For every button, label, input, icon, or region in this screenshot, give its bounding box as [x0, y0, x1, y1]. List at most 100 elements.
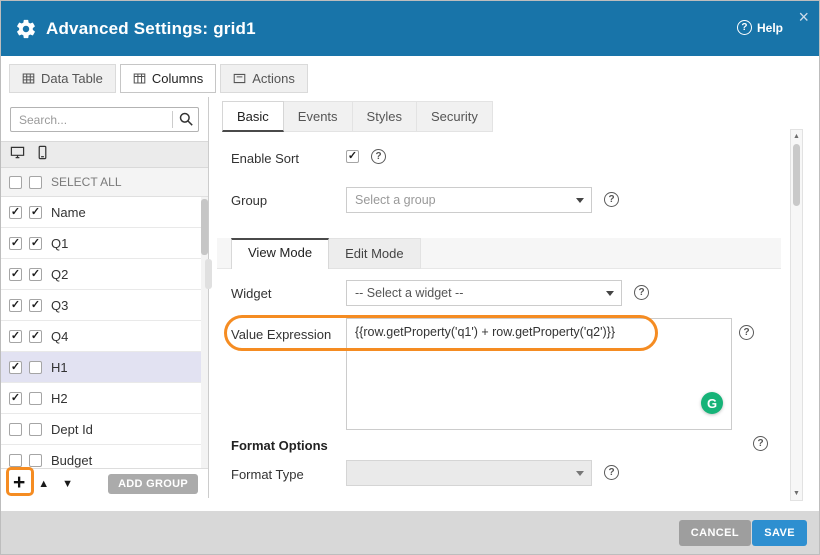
help-label: Help — [757, 21, 783, 35]
column-row-h1[interactable]: ✓ H1 — [1, 352, 208, 383]
help-icon[interactable]: ? — [753, 436, 768, 451]
column-checkbox-mobile[interactable] — [29, 454, 42, 467]
column-label: Dept Id — [51, 422, 93, 437]
enable-sort-label: Enable Sort — [231, 151, 299, 166]
column-checkbox-mobile[interactable] — [29, 423, 42, 436]
help-icon: ? — [737, 20, 752, 35]
column-checkbox-desktop[interactable]: ✓ — [9, 268, 22, 281]
splitter-grip[interactable] — [205, 259, 212, 289]
main-tabs: Data Table Columns Actions — [9, 64, 308, 93]
column-label: Q4 — [51, 329, 68, 344]
format-options-heading: Format Options — [231, 438, 328, 453]
select-all-checkbox-desktop[interactable] — [9, 176, 22, 189]
select-all-checkbox-mobile[interactable] — [29, 176, 42, 189]
tab-data-table[interactable]: Data Table — [9, 64, 116, 93]
search-divider — [172, 111, 173, 128]
select-all-label: SELECT ALL — [51, 175, 122, 189]
tab-columns[interactable]: Columns — [120, 64, 216, 93]
save-button[interactable]: SAVE — [752, 520, 807, 546]
add-column-button[interactable]: + — [13, 472, 25, 493]
move-up-button[interactable]: ▲ — [38, 478, 49, 490]
dialog-header: Advanced Settings: grid1 ? Help × — [1, 1, 819, 56]
column-checkbox-mobile[interactable]: ✓ — [29, 330, 42, 343]
widget-dropdown[interactable]: -- Select a widget -- — [346, 280, 622, 306]
column-label: Budget — [51, 453, 92, 468]
column-row-q3[interactable]: ✓✓Q3 — [1, 290, 208, 321]
move-down-button[interactable]: ▼ — [62, 478, 73, 490]
column-checkbox-mobile[interactable]: ✓ — [29, 206, 42, 219]
gear-icon — [15, 18, 37, 40]
list-scrollbar-thumb[interactable] — [201, 199, 208, 255]
column-checkbox-desktop[interactable] — [9, 423, 22, 436]
column-row-q4[interactable]: ✓ ✓ Q4 — [1, 321, 208, 352]
dialog-footer: CANCEL SAVE — [1, 511, 819, 554]
help-button[interactable]: ? Help — [737, 20, 783, 35]
column-label: Q1 — [51, 236, 68, 251]
column-checkbox-desktop[interactable]: ✓ — [9, 361, 22, 374]
help-icon[interactable]: ? — [739, 325, 754, 340]
dropdown-caret-icon — [576, 198, 584, 203]
format-type-dropdown[interactable] — [346, 460, 592, 486]
mode-tabs: View Mode Edit Mode — [231, 238, 421, 269]
scroll-up-icon[interactable]: ▲ — [791, 133, 802, 140]
help-icon[interactable]: ? — [604, 192, 619, 207]
tab-edit-mode[interactable]: Edit Mode — [329, 238, 421, 269]
desktop-icon[interactable] — [10, 145, 25, 165]
data-table-icon — [22, 72, 35, 85]
column-checkbox-desktop[interactable]: ✓ — [9, 330, 22, 343]
content-scrollbar-thumb[interactable] — [793, 144, 800, 206]
column-label: H2 — [51, 391, 68, 406]
column-row-h2[interactable]: ✓ H2 — [1, 383, 208, 414]
column-row-q1[interactable]: ✓ ✓ Q1 — [1, 228, 208, 259]
group-dropdown[interactable]: Select a group — [346, 187, 592, 213]
content-scrollbar[interactable]: ▲ ▼ — [790, 129, 803, 501]
column-checkbox-desktop[interactable]: ✓ — [9, 237, 22, 250]
help-icon[interactable]: ? — [634, 285, 649, 300]
actions-icon — [233, 72, 246, 85]
help-icon[interactable]: ? — [371, 149, 386, 164]
tab-label: Actions — [252, 71, 295, 86]
tab-label: Data Table — [41, 71, 103, 86]
list-scrollbar[interactable] — [201, 197, 208, 468]
cancel-button[interactable]: CANCEL — [679, 520, 751, 546]
format-type-label: Format Type — [231, 467, 304, 482]
add-group-button[interactable]: ADD GROUP — [108, 474, 198, 494]
column-checkbox-mobile[interactable]: ✓ — [29, 299, 42, 312]
column-label: Q2 — [51, 267, 68, 282]
tab-security[interactable]: Security — [417, 101, 493, 132]
columns-icon — [133, 72, 146, 85]
tab-styles[interactable]: Styles — [353, 101, 417, 132]
column-checkbox-desktop[interactable]: ✓ — [9, 299, 22, 312]
tab-basic[interactable]: Basic — [222, 101, 284, 132]
search-input[interactable] — [10, 107, 199, 132]
tab-events[interactable]: Events — [284, 101, 353, 132]
column-checkbox-mobile[interactable] — [29, 392, 42, 405]
mobile-icon[interactable] — [35, 145, 50, 165]
column-row-q2[interactable]: ✓ ✓ Q2 — [1, 259, 208, 290]
column-row-name[interactable]: ✓ ✓ Name — [1, 197, 208, 228]
enable-sort-checkbox[interactable]: ✓ — [346, 150, 359, 163]
column-row-budget[interactable]: Budget — [1, 445, 208, 468]
value-expression-label: Value Expression — [231, 327, 331, 342]
grammarly-icon[interactable]: G — [701, 392, 723, 414]
column-checkbox-mobile[interactable]: ✓ — [29, 237, 42, 250]
widget-label: Widget — [231, 286, 271, 301]
tab-actions[interactable]: Actions — [220, 64, 308, 93]
search-icon[interactable] — [178, 111, 194, 127]
column-checkbox-desktop[interactable]: ✓ — [9, 206, 22, 219]
close-icon[interactable]: × — [798, 8, 809, 26]
select-all-row: SELECT ALL — [1, 168, 208, 197]
value-expression-input[interactable]: {{row.getProperty('q1') + row.getPropert… — [346, 318, 732, 430]
column-row-dept-id[interactable]: Dept Id — [1, 414, 208, 445]
help-icon[interactable]: ? — [604, 465, 619, 480]
scroll-down-icon[interactable]: ▼ — [791, 490, 802, 497]
column-label: Name — [51, 205, 86, 220]
column-label: H1 — [51, 360, 68, 375]
column-checkbox-mobile[interactable]: ✓ — [29, 268, 42, 281]
column-checkbox-mobile[interactable] — [29, 361, 42, 374]
columns-panel: SELECT ALL ✓✓Name✓✓Q1✓✓Q2✓✓Q3✓✓Q4✓H1✓H2D… — [1, 97, 209, 498]
tab-view-mode[interactable]: View Mode — [231, 238, 329, 269]
column-checkbox-desktop[interactable]: ✓ — [9, 392, 22, 405]
column-checkbox-desktop[interactable] — [9, 454, 22, 467]
dialog-title: Advanced Settings: grid1 — [46, 19, 256, 39]
